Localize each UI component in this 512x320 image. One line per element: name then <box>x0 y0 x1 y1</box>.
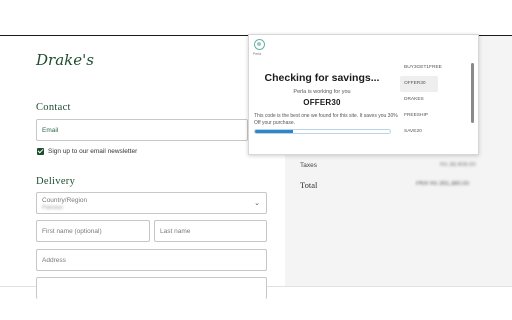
address-placeholder: Address <box>42 257 66 264</box>
newsletter-label: Sign up to our email newsletter <box>48 148 138 155</box>
savings-note: This code is the best one we found for t… <box>254 113 398 126</box>
country-label: Country/Region <box>42 197 88 204</box>
coupon-code-item[interactable]: DRAKES <box>400 92 468 108</box>
store-logo[interactable]: Drake's <box>36 51 94 69</box>
delivery-heading: Delivery <box>36 176 76 187</box>
contact-heading: Contact <box>36 102 71 113</box>
coupon-code-item[interactable]: OFFER30 <box>400 76 438 92</box>
popup-heading: Checking for savings... <box>264 72 380 84</box>
last-name-placeholder: Last name <box>160 228 191 235</box>
coupon-list-scrollbar[interactable] <box>471 63 474 123</box>
total-currency: PKR <box>416 181 429 187</box>
progress-fill <box>255 130 293 133</box>
coupon-code-item[interactable]: FREESHIP <box>400 108 468 124</box>
popup-brand: Perla <box>253 52 262 56</box>
total-amount: Rs 391,380.00 <box>430 181 470 187</box>
address-field[interactable]: Address <box>36 249 267 271</box>
coupon-code-list: BUY3GET1FREE OFFER30 DRAKES FREESHIP SAVE20 <box>400 60 468 140</box>
popup-subheading: Perla is working for you <box>293 89 351 95</box>
chevron-down-icon: ⌄ <box>254 200 260 207</box>
first-name-field[interactable]: First name (optional) <box>36 220 150 242</box>
total-label: Total <box>300 180 318 190</box>
taxes-value: Rs 38,408.00 <box>440 162 476 168</box>
newsletter-checkbox[interactable] <box>37 148 44 155</box>
coupon-code-item[interactable]: BUY3GET1FREE <box>400 60 468 76</box>
perla-logo-icon <box>254 39 265 50</box>
first-name-placeholder: First name (optional) <box>42 228 102 235</box>
checkout-page: Drake's Contact Email Sign up to our ema… <box>0 0 512 320</box>
taxes-label: Taxes <box>300 162 317 169</box>
savings-progress-bar <box>254 129 391 134</box>
country-value: Pakistan <box>42 205 64 211</box>
last-name-field[interactable]: Last name <box>154 220 267 242</box>
next-address-field[interactable] <box>36 277 267 299</box>
email-placeholder: Email <box>42 127 59 134</box>
email-field[interactable]: Email <box>36 119 248 141</box>
coupon-code-item[interactable]: SAVE20 <box>400 124 468 140</box>
current-coupon-code: OFFER30 <box>303 98 341 107</box>
total-value: PKR Rs 391,380.00 <box>416 181 469 187</box>
country-select[interactable]: Country/Region Pakistan ⌄ <box>36 192 267 214</box>
coupon-extension-popup: Perla Checking for savings... Perla is w… <box>248 34 479 155</box>
